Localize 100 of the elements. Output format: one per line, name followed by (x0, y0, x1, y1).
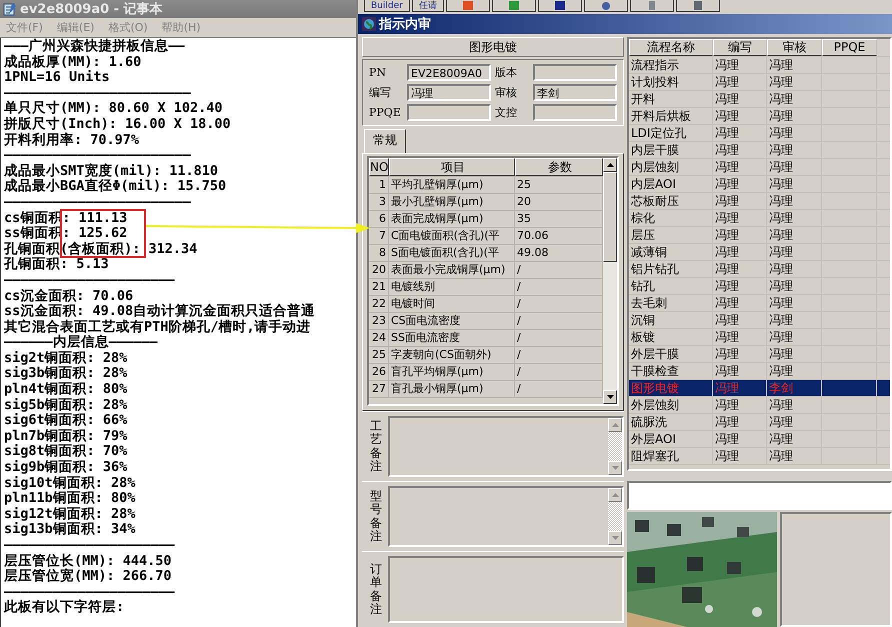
input-field[interactable] (407, 104, 491, 121)
table-cell: 冯理 (767, 176, 822, 192)
table-row[interactable]: 硫脲洗 冯理 冯理 (629, 414, 890, 431)
table-cell: 冯理 (713, 397, 767, 413)
text-line: sig13b铜面积: 34% (4, 522, 136, 538)
table-row[interactable]: 铝片钻孔 冯理 冯理 (629, 261, 890, 278)
table-cell: 冯理 (713, 431, 767, 447)
text-line: sig3b铜面积: 28% (4, 366, 128, 382)
table-row[interactable]: 层压 冯理 冯理 (629, 227, 890, 244)
table-cell: 盲孔平均铜厚(μm) (389, 364, 515, 380)
tab[interactable]: 常规 (364, 129, 406, 153)
toolbar-button[interactable] (538, 0, 582, 12)
table-cell: 李剑 (767, 380, 822, 396)
scrollbar[interactable] (603, 158, 617, 404)
table-row[interactable]: 开料后烘板 冯理 冯理 (629, 108, 890, 125)
table-cell: 棕化 (629, 210, 713, 226)
table-cell: 21 (369, 279, 389, 295)
column-header[interactable]: 审核 (767, 39, 822, 56)
column-header[interactable]: 流程名称 (629, 39, 713, 56)
text-line: sig6t铜面积: 66% (4, 413, 128, 429)
table-row[interactable]: 内层AOI 冯理 冯理 (629, 176, 890, 193)
toolbar-button[interactable] (676, 0, 720, 12)
table-cell: 冯理 (767, 57, 822, 73)
field-label: PPQE (369, 106, 402, 119)
table-cell: 层压 (629, 227, 713, 243)
input-field[interactable] (533, 104, 617, 121)
table-row[interactable]: 计划投料 冯理 冯理 (629, 74, 890, 91)
toolbar-button[interactable]: 任请 (412, 0, 444, 12)
text-line: ————————————————————— (4, 272, 175, 288)
table-cell: 字麦朝向(CS面朝外) (389, 347, 515, 363)
text-line: ——————————————————————— (4, 194, 191, 211)
table-cell: 1 (369, 177, 389, 193)
table-cell: LDI定位孔 (629, 125, 713, 141)
text-line: pln4t铜面积: 80% (4, 382, 128, 398)
table-row[interactable]: LDI定位孔 冯理 冯理 (629, 125, 890, 142)
table-cell: 内层AOI (629, 176, 713, 192)
field-label: 版本 (495, 65, 518, 80)
table-cell: 冯理 (713, 125, 767, 141)
table-row[interactable]: 棕化 冯理 冯理 (629, 210, 890, 227)
table-row[interactable]: 阻焊塞孔 冯理 冯理 (629, 448, 890, 465)
column-header[interactable]: 参数 (515, 158, 603, 176)
table-row[interactable]: 外层蚀刻 冯理 冯理 (629, 397, 890, 414)
scroll-up-icon[interactable] (603, 158, 617, 172)
input-field[interactable]: 冯理 (407, 84, 491, 101)
table-row[interactable]: 钻孔 冯理 冯理 (629, 278, 890, 295)
table-cell: 图形电镀 (629, 380, 713, 396)
table-row[interactable]: 开料 冯理 冯理 (629, 91, 890, 108)
toolbar-button[interactable] (446, 0, 490, 12)
column-header[interactable]: 编写 (713, 39, 767, 56)
remark-field[interactable] (388, 556, 624, 623)
table-row[interactable]: 外层AOI 冯理 冯理 (629, 431, 890, 448)
window-title: 指示内审 (379, 16, 431, 33)
input-field[interactable] (533, 64, 617, 81)
table-row[interactable]: 内层干膜 冯理 冯理 (629, 142, 890, 159)
table-row[interactable]: 去毛刺 冯理 冯理 (629, 295, 890, 312)
scroll-down-icon[interactable] (603, 390, 617, 404)
table-cell: 冯理 (767, 91, 822, 107)
field-label: PN (369, 66, 388, 79)
text-line: sig5b铜面积: 28% (4, 398, 128, 413)
table-cell: 冯理 (713, 448, 767, 464)
table-cell: 电镀时间 (389, 296, 515, 312)
notepad-icon (3, 2, 17, 16)
table-row[interactable]: 图形电镀 冯理 李剑 (629, 380, 890, 397)
input-field[interactable]: 李剑 (533, 84, 617, 101)
toolbar-button[interactable]: Builder (364, 0, 410, 12)
table-row[interactable]: 内层蚀刻 冯理 冯理 (629, 159, 890, 176)
toolbar-button[interactable] (492, 0, 536, 12)
table-row[interactable]: 流程指示 冯理 冯理 (629, 57, 890, 74)
text-line: pln11b铜面积: 80% (4, 491, 136, 507)
table-row[interactable]: 外层干膜 冯理 冯理 (629, 346, 890, 363)
toolbar-button[interactable] (630, 0, 674, 12)
table-cell: 冯理 (767, 227, 822, 243)
table-cell: 冯理 (767, 142, 822, 158)
column-header[interactable]: PPQE (822, 39, 877, 56)
remark-label: 订单备注 (370, 563, 382, 616)
field-label: 编写 (369, 85, 392, 100)
table-row[interactable]: 板镀 冯理 冯理 (629, 329, 890, 346)
table-cell: 冯理 (767, 414, 822, 430)
table-cell: SS面电流密度 (389, 330, 515, 346)
table-cell: 内层干膜 (629, 142, 713, 158)
table-row[interactable]: 沉铜 冯理 冯理 (629, 312, 890, 329)
text-line: 开料利用率: 70.97% (4, 132, 140, 148)
table-row[interactable]: 减薄铜 冯理 冯理 (629, 244, 890, 261)
text-field[interactable] (627, 480, 892, 510)
column-header[interactable]: 项目 (389, 158, 515, 176)
scroll-thumb[interactable] (603, 172, 617, 262)
column-header[interactable]: NO (369, 158, 389, 176)
table-cell: 去毛刺 (629, 295, 713, 311)
table-row[interactable]: 芯板耐压 冯理 冯理 (629, 193, 890, 210)
input-field[interactable]: EV2E8009A0 (407, 64, 491, 81)
table-cell: 冯理 (767, 295, 822, 311)
table-cell: 冯理 (767, 210, 822, 226)
text-line: cs沉金面积: 70.06 (4, 288, 134, 304)
table-cell: 平均孔壁铜厚(μm) (389, 177, 515, 193)
table-cell: 冯理 (713, 193, 767, 209)
table-cell: 23 (369, 313, 389, 329)
table-cell: 冯理 (713, 57, 767, 73)
text-line: ———广州兴森快捷拼板信息—— (4, 39, 185, 54)
text-line: ——————内层信息—————— (4, 335, 158, 351)
toolbar-button[interactable] (584, 0, 628, 12)
